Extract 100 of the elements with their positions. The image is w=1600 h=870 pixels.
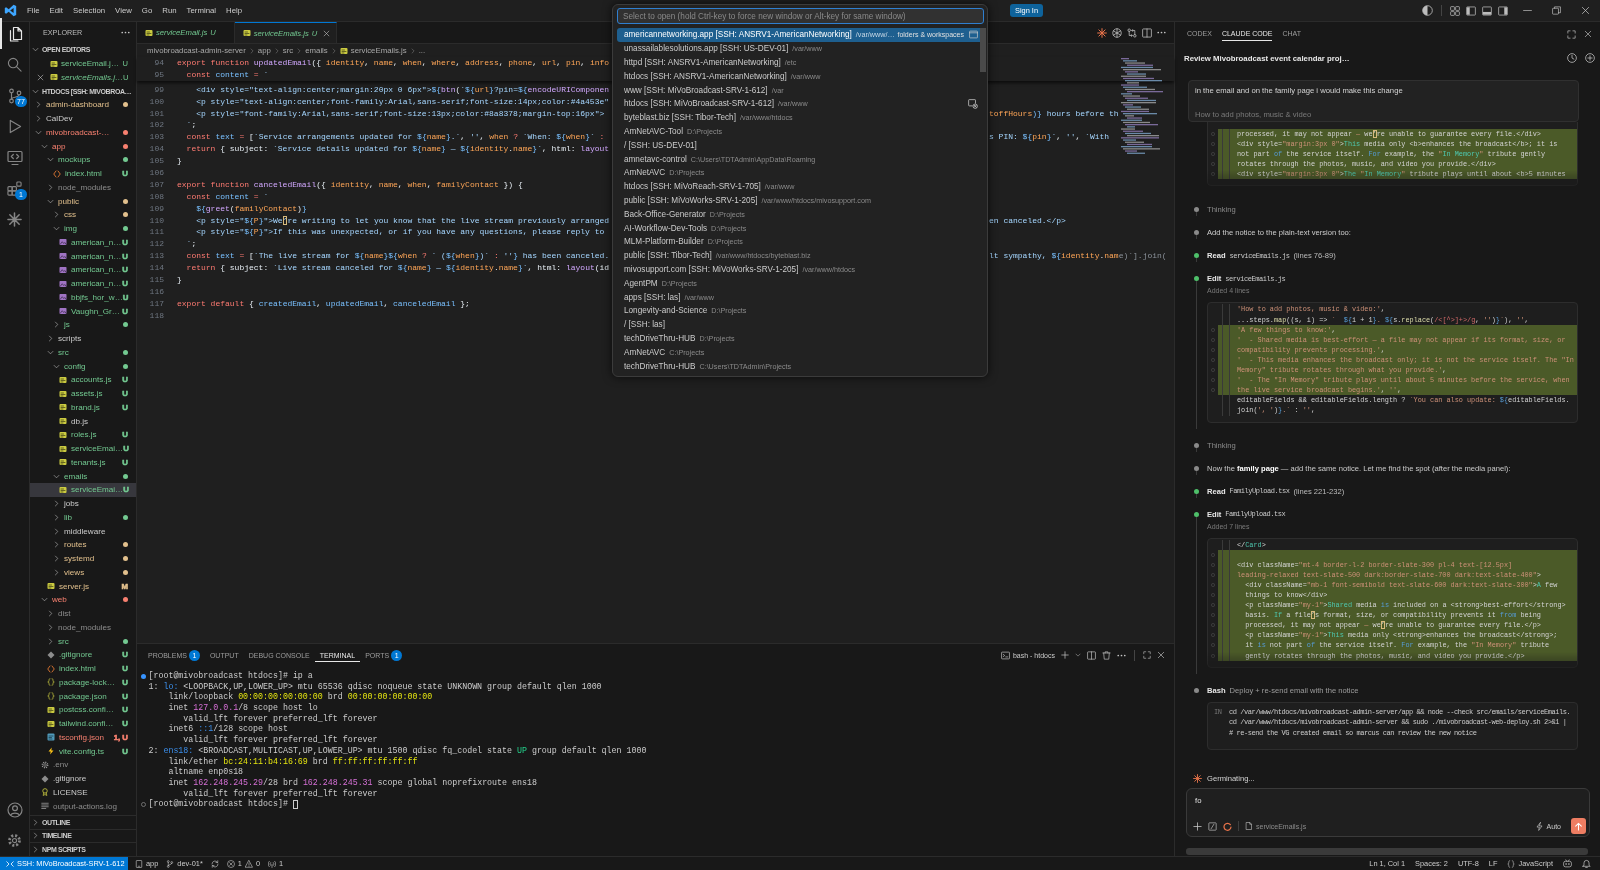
fullscreen-icon[interactable]: [1567, 29, 1576, 39]
js-file-icon: [59, 389, 67, 398]
error-icon[interactable]: [226, 859, 235, 868]
folder-item[interactable]: scripts: [30, 331, 136, 346]
braces-icon: [1507, 859, 1516, 868]
js-file-icon: [59, 444, 67, 453]
plus-circle-icon[interactable]: [1585, 53, 1595, 63]
folder-item[interactable]: public: [30, 194, 136, 208]
folder-item[interactable]: views: [30, 565, 136, 580]
settings-icon[interactable]: [7, 833, 22, 848]
window-remove-icon[interactable]: [968, 98, 978, 109]
robot-icon[interactable]: [1563, 859, 1572, 868]
folder-item[interactable]: app: [30, 139, 136, 153]
slash-box-icon[interactable]: [1208, 821, 1217, 831]
chevron-right-icon: [409, 47, 416, 54]
terminal-line: [root@mivobroadcast htdocs]#: [148, 799, 289, 810]
layout-grid-icon[interactable]: [1450, 5, 1460, 16]
tree-item[interactable]: .env: [30, 758, 136, 772]
close-icon[interactable]: [1581, 6, 1590, 15]
close-icon[interactable]: [1157, 651, 1165, 659]
window-icon[interactable]: [969, 30, 978, 40]
folder-item[interactable]: src: [30, 345, 136, 360]
document-icon: [1245, 822, 1253, 830]
tree-item[interactable]: output-actions.log: [30, 799, 136, 813]
sync-icon[interactable]: [210, 859, 219, 868]
lightning-icon: [47, 747, 55, 756]
folder-item[interactable]: img: [30, 221, 136, 236]
folder-item[interactable]: systemd: [30, 551, 136, 566]
js-file-icon: [59, 417, 67, 426]
lightning-icon: [1534, 821, 1544, 831]
js-file-icon: [50, 73, 58, 82]
line-number: 99: [154, 83, 164, 96]
left-panel-icon[interactable]: [1466, 5, 1476, 16]
folder-item[interactable]: CalDev: [30, 111, 136, 126]
folder-item[interactable]: mivobroadcast-…: [30, 125, 136, 140]
tree-item[interactable]: LICENSE: [30, 785, 136, 800]
quick-pick-input[interactable]: Select to open (hold Ctrl-key to force new window or Alt-key for same window): [617, 8, 984, 24]
split-icon[interactable]: [1087, 650, 1096, 660]
fullscreen-icon[interactable]: [1143, 651, 1151, 659]
folder-item[interactable]: jobs: [30, 496, 136, 511]
arc-icon[interactable]: [1223, 821, 1232, 831]
terminal-line: 1: lo: <LOOPBACK,UP,LOWER_UP> mtu 65536 qdisc noqueue state UNKNOWN group default qlen 1000: [148, 681, 602, 692]
restore-icon[interactable]: [1552, 6, 1561, 15]
half-circle-icon[interactable]: [1422, 5, 1433, 16]
scrollbar-thumb[interactable]: [980, 28, 986, 72]
code-line: `;: [185, 119, 197, 132]
split-editor-icon[interactable]: [1142, 27, 1152, 38]
plus-icon[interactable]: [1061, 651, 1069, 659]
terminal-line: 2: ens18: <BROADCAST,MULTICAST,UP,LOWER_UP> mtu 1500 qdisc fq_codel state UP group default qlen 1000: [148, 745, 647, 757]
tree-item[interactable]: .gitignore: [30, 771, 136, 786]
folder-item[interactable]: node_modules: [30, 620, 136, 635]
folder-item[interactable]: routes: [30, 538, 136, 552]
chevron-right-icon: [248, 47, 255, 54]
js-file-icon: [47, 705, 55, 714]
bottom-panel-icon[interactable]: [1482, 5, 1492, 16]
minimap[interactable]: [1119, 58, 1166, 156]
folder-item[interactable]: css: [30, 208, 136, 222]
account-icon[interactable]: [6, 801, 23, 818]
folder-item[interactable]: node_modules: [30, 180, 136, 195]
chevron-down-icon[interactable]: [1075, 652, 1081, 658]
folder-item[interactable]: config: [30, 359, 136, 373]
folder-item[interactable]: middleware: [30, 524, 136, 538]
close-icon[interactable]: [37, 73, 44, 81]
spoked-circle-icon[interactable]: [1112, 27, 1122, 38]
angle-brackets-icon: [47, 664, 55, 673]
folder-item[interactable]: admin-dashboard: [30, 98, 136, 112]
bell-icon[interactable]: [1582, 859, 1591, 868]
terminal-line: valid_lft forever preferred_lft forever: [182, 735, 378, 746]
tablet-icon: [135, 859, 143, 868]
warning-icon[interactable]: [244, 859, 253, 868]
trash-icon[interactable]: [1102, 650, 1111, 660]
history-icon[interactable]: [1567, 53, 1577, 63]
folder-item[interactable]: mockups: [30, 153, 136, 167]
close-icon[interactable]: [323, 29, 331, 37]
terminal-line: link/loopback 00:00:00:00:00:00 brd 00:00:00:00:00:00: [167, 692, 433, 703]
recent-folder-item[interactable]: / [SSH: US-DEV-01]: [617, 138, 984, 153]
folder-item[interactable]: dist: [30, 606, 136, 621]
folder-item[interactable]: src: [30, 634, 136, 648]
folder-item[interactable]: lib: [30, 510, 136, 525]
close-icon[interactable]: [1584, 30, 1592, 38]
folder-item[interactable]: emails: [30, 469, 136, 483]
recent-folder-item[interactable]: / [SSH: las]: [617, 317, 984, 332]
js-file-icon: [59, 485, 67, 494]
scrollbar-thumb[interactable]: [1186, 848, 1588, 855]
compare-icon[interactable]: [1127, 27, 1137, 38]
tree-item[interactable]: db.js: [30, 414, 136, 428]
right-panel-icon[interactable]: [1498, 5, 1508, 16]
js-file-icon: [59, 458, 67, 467]
asterisk-icon[interactable]: [1097, 27, 1107, 38]
js-file-icon: [59, 375, 67, 384]
send-button[interactable]: [1571, 818, 1586, 834]
monitor-icon: [6, 149, 23, 166]
folder-item[interactable]: web: [30, 593, 136, 607]
folder-item[interactable]: js: [30, 318, 136, 332]
image-file-icon: [59, 265, 67, 274]
plus-icon[interactable]: [1193, 821, 1202, 831]
terminal-line: altname enp0s18: [167, 767, 244, 778]
line-number: 114: [149, 262, 164, 275]
js-file-icon: [47, 719, 55, 728]
terminal-icon: [1000, 650, 1010, 660]
